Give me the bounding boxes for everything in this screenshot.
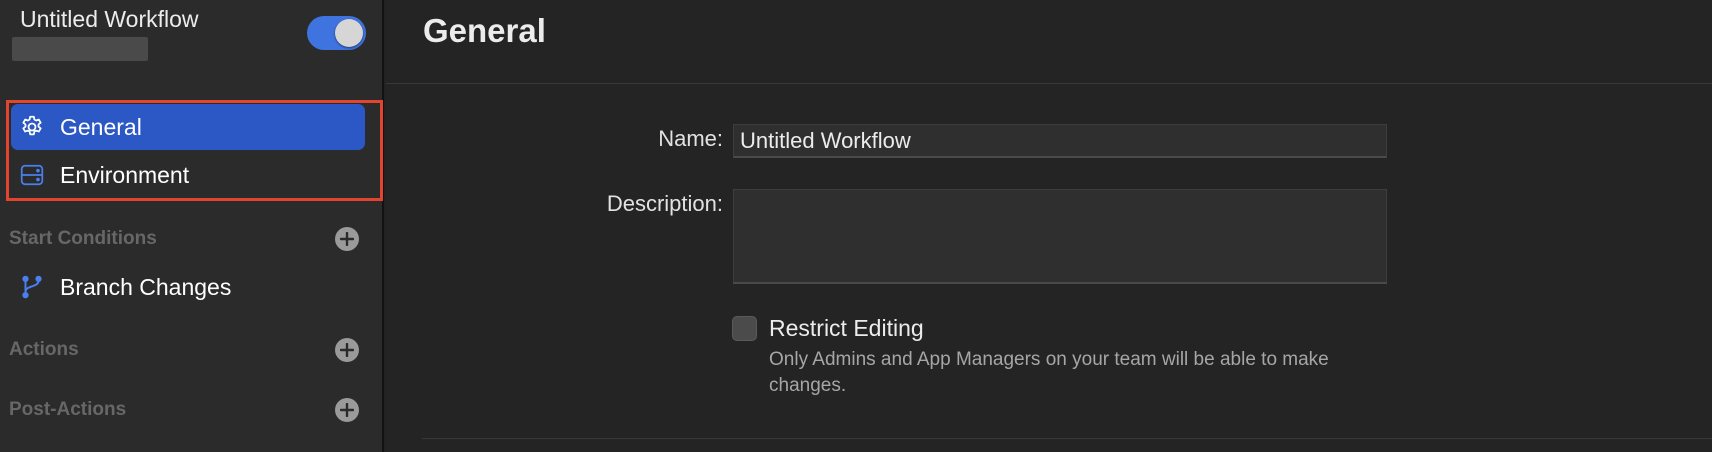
section-start-conditions: Start Conditions (9, 224, 359, 254)
name-label: Name: (658, 126, 723, 151)
restrict-editing-help: Only Admins and App Managers on your tea… (769, 349, 1329, 396)
sidebar-item-label: General (60, 113, 142, 140)
main-panel: General Name: Description: Restrict Edit… (386, 0, 1712, 452)
sidebar-item-label: Environment (60, 161, 190, 188)
plus-icon (340, 343, 354, 357)
sidebar-item-general[interactable]: General (11, 104, 365, 150)
sidebar-item-environment[interactable]: Environment (11, 152, 365, 198)
sidebar-item-label: Branch Changes (60, 273, 232, 300)
plus-icon (340, 232, 354, 246)
gear-icon (19, 114, 45, 140)
restrict-editing-checkbox[interactable] (732, 316, 757, 341)
description-field[interactable] (733, 189, 1387, 284)
add-action-button[interactable] (335, 338, 359, 362)
section-label: Actions (9, 339, 79, 360)
workflow-enabled-toggle[interactable] (307, 16, 366, 50)
page-title: General (423, 12, 546, 49)
server-icon (19, 162, 45, 188)
workflow-subtitle-redacted (12, 37, 148, 61)
header-divider (386, 83, 1712, 84)
restrict-editing-label: Restrict Editing (769, 315, 924, 341)
toggle-knob (335, 19, 363, 47)
description-label: Description: (606, 191, 723, 216)
section-label: Start Conditions (9, 228, 157, 249)
section-actions: Actions (9, 335, 359, 365)
sidebar: Untitled Workflow General Environment St… (0, 0, 384, 452)
section-divider (422, 438, 1712, 439)
section-post-actions: Post-Actions (9, 395, 359, 425)
branch-icon (19, 274, 45, 300)
workflow-title: Untitled Workflow (20, 6, 199, 32)
workflow-editor: Untitled Workflow General Environment St… (0, 0, 1712, 452)
add-post-action-button[interactable] (335, 398, 359, 422)
add-start-condition-button[interactable] (335, 227, 359, 251)
section-label: Post-Actions (9, 399, 127, 420)
sidebar-item-branch-changes[interactable]: Branch Changes (11, 264, 365, 310)
plus-icon (340, 403, 354, 417)
name-field[interactable] (733, 124, 1387, 158)
